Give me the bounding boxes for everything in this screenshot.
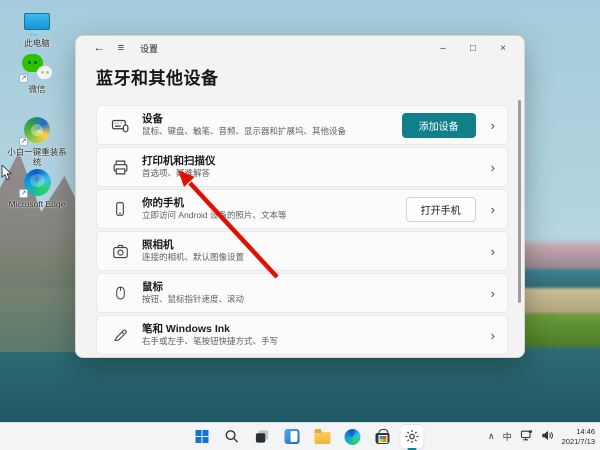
item-subtitle: 立即访问 Android 设备的照片、文本等 <box>142 210 287 221</box>
taskbar: ∧ 中 14:46 2021/7/13 <box>0 422 600 450</box>
shortcut-arrow-icon: ↗ <box>19 137 28 146</box>
desktop-icon-wechat[interactable]: ↗ 微信 <box>6 52 68 94</box>
list-item-devices[interactable]: 设备 鼠标、键盘、触笔、音频、显示器和扩展坞、其他设备 添加设备 › <box>96 105 508 145</box>
desktop-icon-xiaobai[interactable]: ↗ 小白一键重装系统 <box>6 115 68 167</box>
xiaobai-icon: ↗ <box>20 115 54 145</box>
search-icon[interactable] <box>220 425 243 448</box>
item-title: 鼠标 <box>142 281 244 295</box>
desktop-icon-label: 微信 <box>28 84 45 94</box>
shortcut-arrow-icon: ↗ <box>19 74 28 83</box>
network-icon[interactable] <box>520 428 533 446</box>
settings-window: ← ≡ 设置 – □ × 蓝牙和其他设备 设备 鼠标、键盘、触笔 <box>75 35 525 358</box>
item-title: 笔和 Windows Ink <box>142 323 278 337</box>
chevron-right-icon: › <box>491 245 495 258</box>
hamburger-menu-icon[interactable]: ≡ <box>112 42 130 54</box>
item-subtitle: 连接的相机、默认图像设置 <box>142 252 244 263</box>
item-title: 打印机和扫描仪 <box>142 155 216 169</box>
desktop-icon-edge[interactable]: ↗ Microsoft Edge <box>6 167 68 209</box>
list-item-camera[interactable]: 照相机 连接的相机、默认图像设置 › <box>96 231 508 271</box>
camera-icon <box>110 241 130 261</box>
chevron-right-icon: › <box>491 287 495 300</box>
list-item-printers[interactable]: 打印机和扫描仪 首选项、疑难解答 › <box>96 147 508 187</box>
hidden-icons-chevron-icon[interactable]: ∧ <box>488 431 495 442</box>
back-icon[interactable]: ← <box>90 42 108 54</box>
scrollbar[interactable] <box>518 100 521 303</box>
volume-icon[interactable] <box>541 428 554 446</box>
devices-keyboard-icon <box>110 115 130 135</box>
item-subtitle: 右手或左手、笔按钮快捷方式、手写 <box>142 336 278 347</box>
desktop-icon-label: 小白一键重装系统 <box>6 147 68 167</box>
item-title: 你的手机 <box>142 197 287 211</box>
printer-icon <box>110 157 130 177</box>
item-title: 照相机 <box>142 239 244 253</box>
item-subtitle: 按钮、鼠标指针速度、滚动 <box>142 294 244 305</box>
widgets-icon[interactable] <box>280 425 303 448</box>
window-title: 设置 <box>140 42 158 55</box>
this-pc-icon <box>20 6 54 36</box>
tray-time: 14:46 <box>562 427 595 437</box>
maximize-button[interactable]: □ <box>458 37 488 59</box>
edge-icon[interactable] <box>340 425 363 448</box>
chevron-right-icon: › <box>491 329 495 342</box>
close-button[interactable]: × <box>488 37 518 59</box>
desktop: 此电脑 ↗ 微信 ↗ 小白一键重装系统 ↗ Microsoft Edge ← <box>0 0 600 450</box>
list-item-your-phone[interactable]: 你的手机 立即访问 Android 设备的照片、文本等 打开手机 › <box>96 189 508 229</box>
page-title: 蓝牙和其他设备 <box>96 64 524 89</box>
add-device-button[interactable]: 添加设备 <box>402 113 476 138</box>
chevron-right-icon: › <box>491 161 495 174</box>
minimize-button[interactable]: – <box>428 37 458 59</box>
open-phone-button[interactable]: 打开手机 <box>406 197 476 222</box>
desktop-icon-this-pc[interactable]: 此电脑 <box>6 6 68 48</box>
wechat-icon: ↗ <box>20 52 54 82</box>
chevron-right-icon: › <box>491 203 495 216</box>
item-subtitle: 鼠标、键盘、触笔、音频、显示器和扩展坞、其他设备 <box>142 126 346 137</box>
desktop-icon-label: Microsoft Edge <box>9 199 66 209</box>
start-icon[interactable] <box>190 425 213 448</box>
clock[interactable]: 14:46 2021/7/13 <box>562 427 595 447</box>
desktop-icon-label: 此电脑 <box>24 38 50 48</box>
mouse-icon <box>110 283 130 303</box>
file-explorer-icon[interactable] <box>310 425 333 448</box>
store-icon[interactable] <box>370 425 393 448</box>
ime-indicator[interactable]: 中 <box>503 430 512 443</box>
item-subtitle: 首选项、疑难解答 <box>142 168 216 179</box>
pen-icon <box>110 325 130 345</box>
shortcut-arrow-icon: ↗ <box>19 189 28 198</box>
edge-icon: ↗ <box>20 167 54 197</box>
list-item-pen-windows-ink[interactable]: 笔和 Windows Ink 右手或左手、笔按钮快捷方式、手写 › <box>96 315 508 355</box>
list-item-mouse[interactable]: 鼠标 按钮、鼠标指针速度、滚动 › <box>96 273 508 313</box>
phone-icon <box>110 199 130 219</box>
item-title: 设备 <box>142 113 346 127</box>
task-view-icon[interactable] <box>250 425 273 448</box>
window-titlebar: ← ≡ 设置 – □ × <box>76 36 524 60</box>
settings-icon[interactable] <box>400 425 423 448</box>
chevron-right-icon: › <box>491 119 495 132</box>
mouse-cursor <box>1 165 13 181</box>
tray-date: 2021/7/13 <box>562 437 595 447</box>
settings-list: 设备 鼠标、键盘、触笔、音频、显示器和扩展坞、其他设备 添加设备 › 打印机和扫… <box>96 105 508 357</box>
